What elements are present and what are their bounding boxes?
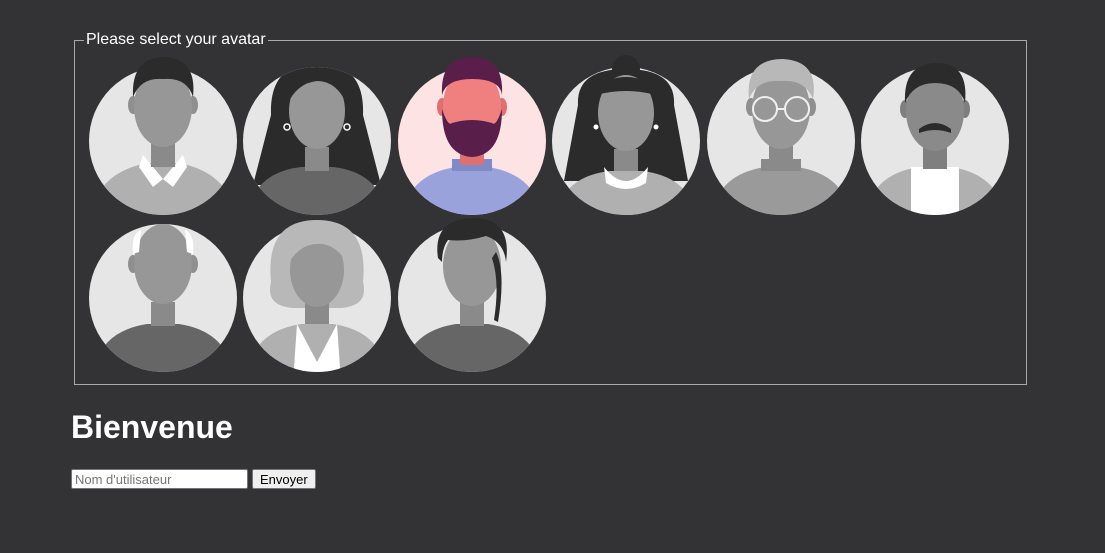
page: Please select your avatar Bienvenue Nom … bbox=[0, 0, 1105, 553]
welcome-heading: Bienvenue bbox=[71, 409, 233, 445]
avatar-option-man-collar[interactable] bbox=[87, 55, 239, 215]
avatar-option-man-mustache[interactable] bbox=[859, 55, 1011, 215]
avatar-man-glasses-icon bbox=[707, 59, 855, 215]
submit-button[interactable]: Envoyer bbox=[252, 469, 316, 489]
avatar-option-man-glasses[interactable] bbox=[705, 55, 857, 215]
avatar-woman-bob-icon bbox=[243, 220, 391, 372]
avatar-man-beard-icon bbox=[398, 57, 546, 215]
avatar-woman-long-hair-icon bbox=[243, 67, 391, 215]
avatar-man-side-part-icon bbox=[398, 218, 546, 372]
avatar-woman-bun-icon bbox=[552, 55, 700, 215]
username-input[interactable] bbox=[71, 469, 248, 489]
avatar-option-woman-long-hair[interactable] bbox=[241, 55, 393, 215]
avatar-option-woman-bun[interactable] bbox=[550, 55, 702, 215]
avatar-option-man-beard-selected[interactable] bbox=[396, 55, 548, 215]
avatar-man-mustache-icon bbox=[861, 63, 1009, 215]
login-form: Envoyer bbox=[71, 469, 316, 489]
avatar-man-collar-icon bbox=[89, 57, 237, 215]
avatar-bald-man-icon bbox=[89, 224, 237, 372]
avatar-option-man-side-part[interactable] bbox=[396, 212, 548, 372]
avatar-legend: Please select your avatar bbox=[86, 31, 266, 48]
avatar-option-woman-bob[interactable] bbox=[241, 212, 393, 372]
avatar-option-bald-man[interactable] bbox=[87, 212, 239, 372]
